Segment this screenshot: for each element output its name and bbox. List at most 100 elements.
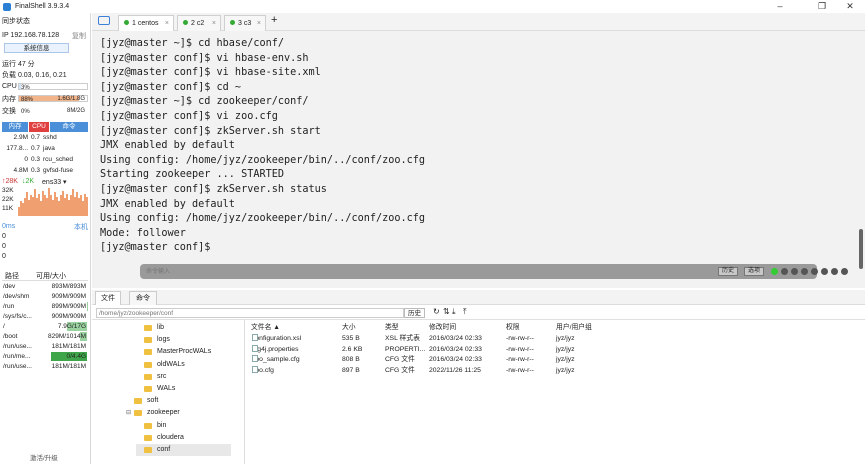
file-row[interactable]: configuration.xsl 535 B XSL 样式表 2016/03/24 …: [250, 334, 610, 344]
net-upload: ↑28K: [2, 178, 18, 185]
disk-row[interactable]: /dev 893M/893M: [1, 282, 88, 292]
terminal-line: [jyz@master ~]$ cd zookeeper/conf/: [100, 96, 309, 108]
process-row[interactable]: 2.9M 0.7 sshd: [2, 133, 88, 143]
col-type[interactable]: 类型: [385, 323, 399, 332]
maximize-icon[interactable]: ❐: [808, 0, 836, 13]
tree-item[interactable]: MasterProcWALs: [136, 346, 211, 358]
terminal[interactable]: [jyz@master ~]$ cd hbase/conf/ [jyz@maste…: [92, 31, 865, 288]
file-row[interactable]: log4j.properties 2.6 KB PROPERTI... 2016/03…: [250, 344, 610, 355]
process-mem: 4.8M: [13, 167, 28, 174]
copy-icon[interactable]: [781, 268, 788, 275]
close-tab-icon[interactable]: ×: [257, 16, 261, 31]
file-icon: [252, 355, 258, 362]
net-tick-labels: 32K 22K 11K: [2, 186, 14, 213]
disk-row[interactable]: /run 899M/909M: [1, 302, 88, 312]
command-input[interactable]: [146, 266, 626, 277]
col-permission[interactable]: 权限: [506, 323, 520, 332]
disk-row[interactable]: /dev/shm 909M/909M: [1, 292, 88, 302]
ip-row: IP 192.168.78.128 复制: [2, 31, 88, 40]
folder-icon: [144, 361, 152, 368]
col-size[interactable]: 大小: [342, 323, 356, 332]
process-mem: 2.9M: [13, 134, 28, 141]
tab-session[interactable]: 1 centos ×: [118, 15, 174, 31]
col-filename[interactable]: 文件名 ▲: [251, 323, 280, 332]
terminal-line: JMX enabled by default: [100, 140, 235, 152]
upload-file-icon[interactable]: ⤒: [463, 307, 467, 317]
tree-item[interactable]: conf: [136, 444, 231, 456]
tree-item[interactable]: soft: [126, 395, 158, 407]
history-button[interactable]: 历史: [718, 267, 739, 276]
tree-item[interactable]: ⊟ zookeeper: [126, 407, 180, 419]
terminal-line: JMX enabled by default: [100, 198, 235, 210]
disk-usage-bar: 829M/1014M: [35, 332, 87, 341]
file-size: 897 B: [342, 366, 360, 374]
file-icon: [252, 344, 258, 352]
search-icon[interactable]: [801, 268, 808, 275]
disk-row[interactable]: /sys/fs/c... 909M/909M: [1, 312, 88, 322]
disk-path: /run/use...: [3, 363, 32, 370]
tab-files[interactable]: 文件: [95, 291, 121, 305]
disk-row[interactable]: /run/me... 0/4.4G: [1, 352, 88, 362]
close-icon[interactable]: ✕: [836, 0, 864, 13]
close-tab-icon[interactable]: ×: [165, 16, 169, 31]
minimize-icon[interactable]: –: [766, 0, 794, 13]
download-icon[interactable]: [831, 268, 838, 275]
process-row[interactable]: 4.8M 0.3 gvfsd-fuse: [2, 166, 88, 176]
settings-icon[interactable]: [811, 268, 818, 275]
file-perm: -rw-rw-r--: [506, 366, 534, 374]
tree-item[interactable]: src: [136, 371, 166, 383]
process-row[interactable]: 177.8... 0.7 java: [2, 144, 88, 154]
window-icon[interactable]: [841, 268, 848, 275]
sort-icon[interactable]: ⇅: [443, 307, 450, 316]
path-input[interactable]: /home/jyz/zookeeper/conf: [96, 308, 404, 318]
terminal-scrollbar[interactable]: [859, 229, 863, 269]
process-mem: 0: [24, 156, 28, 163]
copy-ip-link[interactable]: 复制: [72, 31, 86, 41]
refresh-icon[interactable]: ↻: [433, 307, 440, 316]
file-row[interactable]: zoo_sample.cfg 808 B CFG 文件 2016/03/24 02:3…: [250, 355, 610, 365]
file-row[interactable]: zoo.cfg 897 B CFG 文件 2022/11/26 11:25 -rw-rw…: [250, 365, 610, 376]
add-tab-button[interactable]: +: [271, 14, 277, 26]
proc-tab-command[interactable]: 命令: [50, 122, 88, 132]
tab-session[interactable]: 3 c3 ×: [224, 15, 266, 31]
connected-icon: [124, 20, 129, 25]
window-title: FinalShell 3.9.3.4: [15, 3, 70, 10]
disk-row[interactable]: /run/use... 181M/181M: [1, 342, 88, 352]
tree-item[interactable]: lib: [136, 322, 164, 334]
disk-header: 路径 可用/大小: [2, 272, 88, 281]
tab-commands[interactable]: 命令: [129, 291, 157, 305]
close-tab-icon[interactable]: ×: [212, 16, 216, 31]
options-button[interactable]: 选项: [744, 267, 765, 276]
system-info-button[interactable]: 系统信息: [4, 43, 69, 53]
upgrade-link[interactable]: 激活/升级: [30, 452, 58, 462]
disk-row[interactable]: / 7.9G/17G: [1, 322, 88, 332]
file-mtime: 2016/03/24 02:33: [429, 335, 482, 342]
disk-row[interactable]: /boot 829M/1014M: [1, 332, 88, 342]
expand-toggle-icon[interactable]: ⊟: [126, 407, 131, 419]
disk-size: 829M/1014M: [48, 333, 86, 340]
col-owner[interactable]: 用户/用户组: [556, 323, 592, 332]
tree-item[interactable]: logs: [136, 334, 170, 346]
disk-path: /boot: [3, 333, 18, 340]
tree-item[interactable]: cloudera: [136, 432, 184, 444]
path-history-button[interactable]: 历史: [404, 308, 425, 318]
tree-item[interactable]: bin: [136, 420, 166, 432]
gear-icon[interactable]: [821, 268, 828, 275]
process-row[interactable]: 0 0.3 rcu_sched: [2, 155, 88, 165]
proc-tab-memory[interactable]: 内存: [2, 122, 28, 132]
proc-tab-cpu[interactable]: CPU: [29, 122, 49, 132]
download-file-icon[interactable]: ⤓: [452, 307, 456, 317]
tree-item[interactable]: oldWALs: [136, 359, 185, 371]
network-interface-select[interactable]: ens33 ▾: [42, 178, 67, 186]
paste-icon[interactable]: [791, 268, 798, 275]
disk-path: /dev/shm: [3, 293, 30, 300]
ping-host[interactable]: 本机: [74, 222, 88, 232]
process-cmd: sshd: [43, 134, 57, 141]
file-owner: jyz/jyz: [556, 356, 575, 363]
folder-open-icon[interactable]: [98, 16, 110, 25]
tree-item[interactable]: WALs: [136, 383, 175, 395]
tab-session[interactable]: 2 c2 ×: [177, 15, 221, 31]
terminal-output: [jyz@master ~]$ cd hbase/conf/ [jyz@maste…: [100, 37, 425, 256]
col-mtime[interactable]: 修改时间: [429, 323, 456, 332]
disk-row[interactable]: /run/use... 181M/181M: [1, 362, 88, 372]
